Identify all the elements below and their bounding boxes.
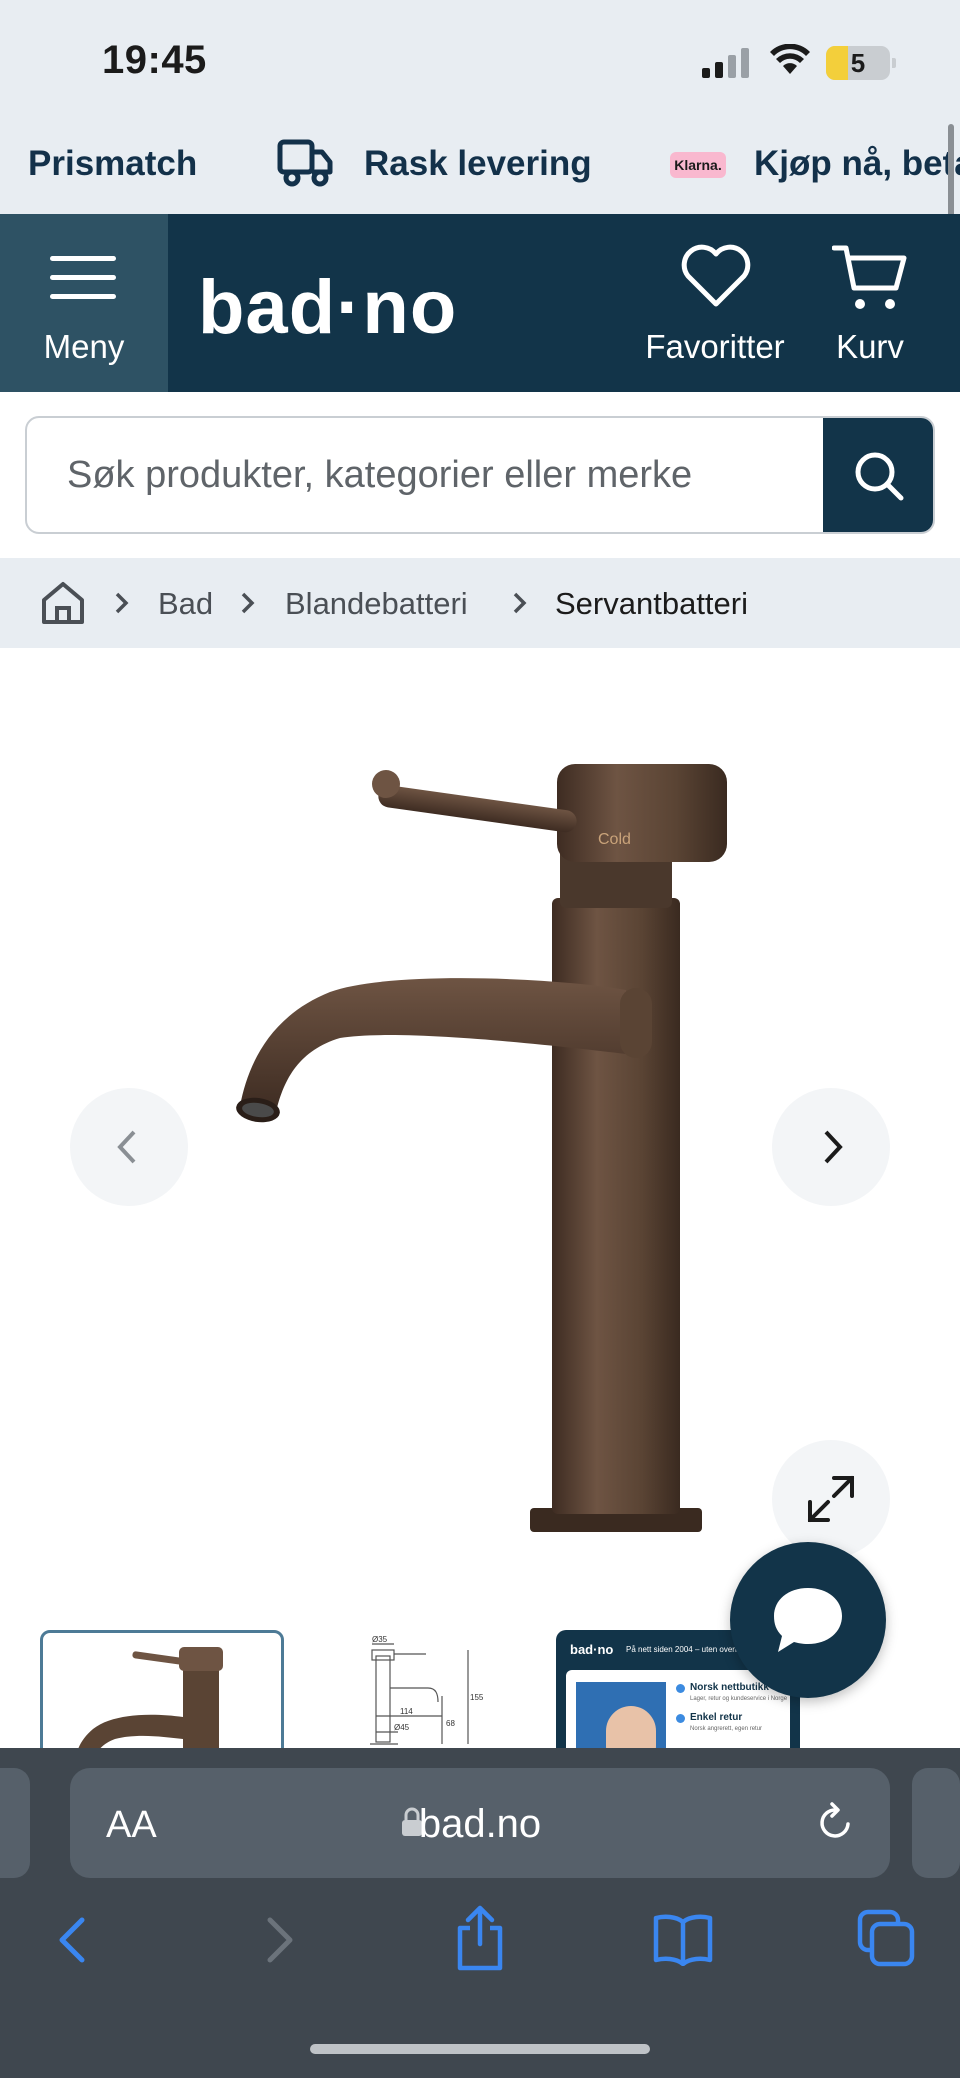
forward-icon[interactable] <box>260 1910 300 1970</box>
gallery-prev-button[interactable] <box>70 1088 188 1206</box>
drawing-dim-155: 155 <box>470 1693 484 1702</box>
battery-icon: 5 <box>826 46 896 80</box>
page: 19:45 5 Prismatch Rask levering Klarna. <box>0 0 960 2078</box>
product-image[interactable]: Cold <box>180 738 780 1538</box>
promo-logo: bad·no <box>570 1642 614 1657</box>
address-bar[interactable]: AA bad.no <box>70 1768 890 1878</box>
breadcrumb-bad[interactable]: Bad <box>158 586 213 622</box>
breadcrumb: Bad Blandebatteri Servantbatteri <box>0 558 960 648</box>
delivery-truck-icon <box>277 139 333 187</box>
promo-item-2: Enkel retur <box>690 1712 743 1723</box>
wifi-icon <box>770 44 810 74</box>
fullscreen-button[interactable] <box>772 1440 890 1558</box>
search-icon <box>855 452 904 501</box>
battery-level: 5 <box>850 48 866 78</box>
previous-tab-peek[interactable] <box>0 1768 30 1878</box>
search-bar <box>25 416 935 534</box>
cart-button[interactable]: Kurv <box>810 214 930 392</box>
thumbnail-1[interactable] <box>40 1630 284 1748</box>
chevron-right-icon <box>115 592 129 614</box>
menu-button[interactable]: Meny <box>0 214 168 392</box>
usp-kjop-na: Kjøp nå, betal senere <box>754 144 960 183</box>
thumbnail-faucet-image <box>78 1647 223 1748</box>
chevron-right-icon <box>824 1130 843 1164</box>
promo-item-2-sub: Norsk angrerett, egen retur <box>690 1726 763 1732</box>
favorites-label: Favoritter <box>645 328 785 365</box>
chat-bubble-icon <box>774 1588 842 1652</box>
site-logo[interactable]: bad·no <box>198 264 457 351</box>
site-header: Meny bad·no Favoritter Kurv <box>0 214 960 392</box>
next-tab-peek[interactable] <box>912 1768 960 1878</box>
gallery-next-button[interactable] <box>772 1088 890 1206</box>
status-time: 19:45 <box>102 38 207 82</box>
klarna-logo: Klarna. <box>670 152 726 178</box>
share-icon[interactable] <box>452 1904 508 1974</box>
cellular-signal-icon <box>702 48 752 78</box>
promo-card: Norsk nettbutikk Lager, retur og kundese… <box>566 1670 790 1748</box>
drawing-dim-35: Ø35 <box>372 1635 388 1644</box>
home-icon[interactable] <box>40 580 86 626</box>
usp-rask-levering: Rask levering <box>364 144 592 183</box>
home-indicator[interactable] <box>310 2044 650 2054</box>
usp-bar: Prismatch Rask levering Klarna. Kjøp nå,… <box>0 114 960 214</box>
promo-item-1-sub: Lager, retur og kundeservice i Norge <box>690 1696 788 1702</box>
hamburger-icon <box>50 256 116 300</box>
search-input[interactable] <box>27 418 827 532</box>
drawing-dim-114: 114 <box>400 1707 413 1716</box>
chat-button[interactable] <box>730 1542 886 1698</box>
usp-prismatch: Prismatch <box>28 144 198 183</box>
chevron-left-icon <box>117 1130 136 1164</box>
heart-icon <box>681 244 751 307</box>
tap-label: Cold <box>598 831 631 848</box>
cart-icon <box>832 245 907 309</box>
chevron-right-icon <box>241 592 255 614</box>
url-text: bad.no <box>418 1802 542 1846</box>
back-icon[interactable] <box>52 1910 92 1970</box>
status-bar: 19:45 5 <box>0 0 960 114</box>
technical-drawing: Ø35 114 Ø45 68 155 <box>370 1635 484 1745</box>
favorites-button[interactable]: Favoritter <box>640 214 790 392</box>
promo-photo <box>576 1682 666 1748</box>
breadcrumb-servantbatteri: Servantbatteri <box>555 586 748 621</box>
menu-label: Meny <box>43 328 125 365</box>
bookmarks-icon[interactable] <box>652 1912 714 1966</box>
reload-icon[interactable] <box>814 1800 858 1844</box>
chevron-right-icon <box>513 592 527 614</box>
browser-toolbar: AA bad.no <box>0 1748 960 2078</box>
promo-item-1: Norsk nettbutikk <box>690 1682 769 1693</box>
expand-icon <box>808 1476 854 1522</box>
drawing-dim-68: 68 <box>446 1719 455 1728</box>
tabs-icon[interactable] <box>856 1908 916 1968</box>
drawing-dim-45: Ø45 <box>394 1723 410 1732</box>
cart-label: Kurv <box>836 328 904 365</box>
search-button[interactable] <box>823 418 933 532</box>
breadcrumb-blandebatteri[interactable]: Blandebatteri <box>285 586 468 622</box>
